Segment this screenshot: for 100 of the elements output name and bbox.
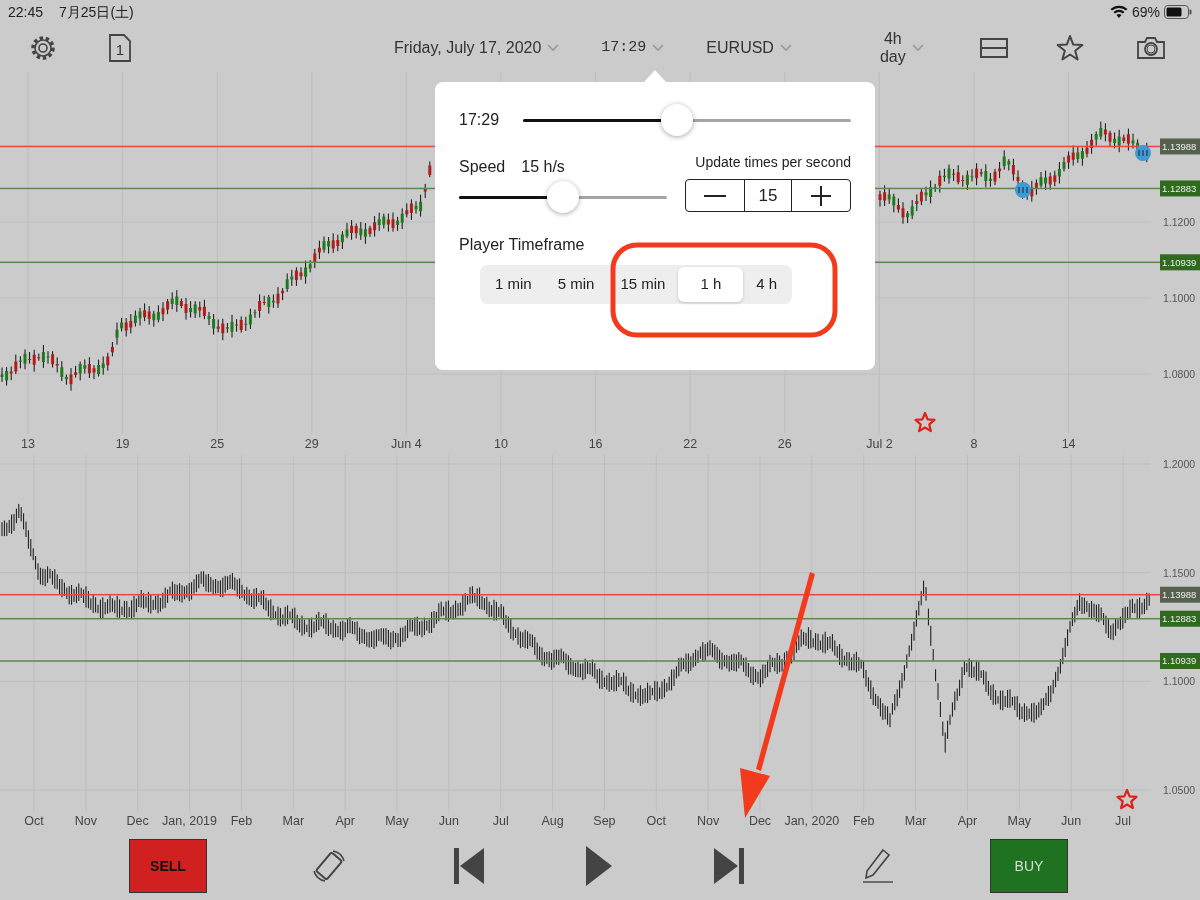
- date-axis-label: 19: [115, 437, 130, 451]
- price-axis-label: 1.1500: [1163, 566, 1196, 579]
- timeframe-option[interactable]: 5 min: [544, 267, 608, 302]
- price-axis-label: 1.1200: [1163, 216, 1196, 228]
- date-axis-label: 10: [494, 437, 508, 451]
- date-axis-label: Nov: [74, 814, 97, 828]
- date-axis-label: 16: [588, 437, 603, 451]
- skip-back-icon: [453, 847, 485, 885]
- date-axis-label: Jan, 2019: [162, 814, 218, 828]
- date-axis-label: Apr: [335, 814, 355, 828]
- chevron-down-icon: [779, 44, 792, 52]
- date-axis-label: Feb: [230, 814, 253, 828]
- time-dropdown[interactable]: 17:29: [601, 36, 665, 60]
- draw-button[interactable]: [861, 848, 895, 884]
- player-timeframe-label: Player Timeframe: [459, 235, 586, 255]
- chevron-down-icon: [652, 44, 665, 52]
- skip-forward-button[interactable]: [713, 847, 745, 885]
- symbol-dropdown[interactable]: EURUSD: [706, 36, 792, 60]
- price-tag: 1.10939: [1160, 254, 1200, 271]
- date-axis-label: 26: [777, 437, 792, 451]
- star-icon: [914, 411, 936, 433]
- time-slider[interactable]: [523, 104, 851, 136]
- date-axis-label: Jul 2: [866, 437, 893, 451]
- date-axis-label: Jul: [1115, 814, 1131, 828]
- plus-icon: [811, 185, 831, 206]
- split-layout-icon: [979, 38, 1008, 58]
- chevron-down-icon: [911, 44, 924, 52]
- slider-thumb[interactable]: [661, 104, 694, 136]
- date-axis-label: Jan, 2020: [784, 814, 840, 828]
- speed-slider[interactable]: [459, 181, 667, 213]
- skip-forward-icon: [713, 847, 745, 885]
- star-icon: [1055, 34, 1084, 62]
- settings-button[interactable]: [28, 33, 58, 63]
- camera-icon: [1135, 36, 1166, 60]
- date-axis-label: Mar: [282, 814, 305, 828]
- timeframe-dropdown[interactable]: 4h day: [879, 29, 924, 67]
- date-axis-label: Jul: [492, 814, 509, 828]
- date-axis-label: Feb: [852, 814, 875, 828]
- sell-button[interactable]: SELL: [129, 839, 207, 893]
- play-button[interactable]: [585, 845, 613, 887]
- date-axis-label: Dec: [126, 814, 149, 828]
- rotate-button[interactable]: [311, 848, 347, 884]
- date-axis-label: Apr: [957, 814, 978, 828]
- price-tag: 1.13988: [1160, 586, 1200, 603]
- screenshot-button[interactable]: [1135, 36, 1166, 60]
- date-dropdown[interactable]: Friday, July 17, 2020: [394, 36, 560, 60]
- layout-button[interactable]: [979, 38, 1008, 58]
- price-axis-label: 1.2000: [1163, 458, 1196, 470]
- price-tag: 1.13988: [1160, 138, 1200, 155]
- page-button[interactable]: 1: [108, 33, 132, 63]
- date-axis-label: Jun 4: [391, 437, 422, 451]
- price-tag: 1.10939: [1160, 653, 1200, 669]
- date-axis-label: 13: [21, 437, 35, 451]
- speed-label: Speed: [459, 157, 506, 177]
- trade-marker-icon: [1015, 182, 1031, 198]
- timeframe-option[interactable]: 1 h: [678, 267, 744, 302]
- date-axis-label: May: [1007, 814, 1032, 828]
- date-axis-label: Mar: [904, 814, 927, 828]
- price-axis-label: 1.1000: [1163, 675, 1196, 688]
- time-label: 17:29: [459, 110, 501, 130]
- update-rate-stepper[interactable]: 15: [685, 179, 851, 212]
- play-icon: [585, 845, 613, 887]
- date-axis-label: Dec: [748, 814, 772, 828]
- minus-icon: [704, 194, 726, 197]
- wifi-icon: [1109, 5, 1128, 19]
- speed-value: 15 h/s: [521, 157, 565, 177]
- date-axis-label: Jun: [1061, 814, 1082, 828]
- update-rate-label: Update times per second: [695, 153, 851, 172]
- timeframe-option[interactable]: 1 min: [482, 267, 545, 302]
- date-axis-label: May: [385, 814, 409, 828]
- rotate-device-icon: [311, 848, 347, 884]
- price-axis-label: 1.1000: [1163, 292, 1196, 304]
- trade-marker-icon: [1135, 145, 1151, 161]
- date-axis-label: 25: [210, 437, 225, 451]
- timeframe-option[interactable]: 15 min: [607, 267, 679, 302]
- pencil-icon: [861, 848, 895, 884]
- date-axis-label: 29: [304, 437, 319, 451]
- date-axis-label: Aug: [541, 814, 564, 828]
- date-axis-label: 8: [970, 437, 978, 451]
- date-axis-label: Jun: [438, 814, 459, 828]
- battery-icon: [1164, 5, 1192, 19]
- date-axis-label: 22: [683, 437, 698, 451]
- status-time: 22:45: [8, 2, 44, 22]
- price-tag: 1.12883: [1160, 180, 1200, 197]
- chevron-down-icon: [547, 44, 560, 52]
- price-tag: 1.12883: [1160, 610, 1200, 627]
- status-date: 7月25日(土): [59, 2, 134, 22]
- settings-icon: [28, 33, 58, 63]
- date-axis-label: Oct: [646, 814, 666, 828]
- battery-percent: 69%: [1131, 2, 1160, 22]
- date-axis-label: 14: [1061, 437, 1076, 451]
- date-axis-label: Nov: [697, 814, 720, 828]
- timeframe-option[interactable]: 4 h: [743, 267, 791, 302]
- price-axis-label: 1.0800: [1163, 368, 1196, 380]
- buy-button[interactable]: BUY: [990, 839, 1068, 893]
- stepper-value: 15: [744, 180, 792, 211]
- skip-back-button[interactable]: [453, 847, 485, 885]
- favorite-button[interactable]: [1055, 34, 1084, 62]
- date-axis-label: Oct: [24, 814, 44, 828]
- slider-thumb[interactable]: [547, 181, 579, 213]
